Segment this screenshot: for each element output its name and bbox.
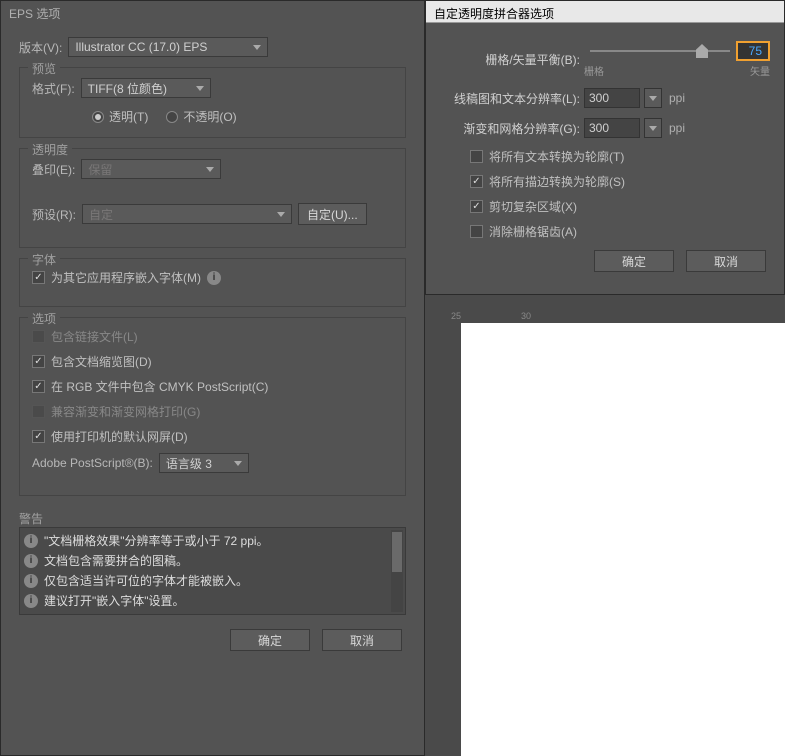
line-res-input[interactable]: 300 [584,88,640,108]
checkbox-icon [32,271,45,284]
grad-res-input[interactable]: 300 [584,118,640,138]
warning-item: i仅包含适当许可位的字体才能被嵌入。 [24,572,401,589]
preset-dropdown[interactable]: 自定 [82,204,292,224]
checkbox-icon [32,330,45,343]
options-legend: 选项 [28,310,60,327]
line-res-label: 线稿图和文本分辨率(L): [440,90,580,107]
slider-thumb-icon[interactable] [696,44,708,58]
use-printer-checkbox[interactable]: 使用打印机的默认网屏(D) [32,428,393,445]
version-dropdown[interactable]: Illustrator CC (17.0) EPS [68,37,268,57]
postscript-label: Adobe PostScript®(B): [32,456,153,470]
grad-res-label: 渐变和网格分辨率(G): [440,120,580,137]
transparency-legend: 透明度 [28,141,72,158]
format-label: 格式(F): [32,80,75,97]
antialias-checkbox[interactable]: 消除栅格锯齿(A) [470,223,770,240]
checkbox-icon [32,355,45,368]
warnings-list: i"文档栅格效果"分辨率等于或小于 72 ppi。 i文档包含需要拼合的图稿。 … [19,527,406,615]
options-group: 选项 包含链接文件(L) 包含文档缩览图(D) 在 RGB 文件中包含 CMYK… [19,317,406,496]
radio-transparent[interactable]: 透明(T) [92,108,148,125]
fonts-group: 字体 为其它应用程序嵌入字体(M) i [19,258,406,307]
flattener-cancel-button[interactable]: 取消 [686,250,766,272]
checkbox-icon [470,150,483,163]
radio-opaque[interactable]: 不透明(O) [166,108,236,125]
include-cmyk-checkbox[interactable]: 在 RGB 文件中包含 CMYK PostScript(C) [32,378,393,395]
custom-button[interactable]: 自定(U)... [298,203,367,225]
ppi-unit: ppi [669,121,685,135]
compat-gradient-checkbox[interactable]: 兼容渐变和渐变网格打印(G) [32,403,393,420]
preview-group: 预览 格式(F): TIFF(8 位颜色) 透明(T) 不透明(O) [19,67,406,138]
checkbox-icon [32,405,45,418]
version-label: 版本(V): [19,39,62,56]
warning-item: i"文档栅格效果"分辨率等于或小于 72 ppi。 [24,532,401,549]
scrollbar-thumb[interactable] [392,532,402,572]
balance-slider[interactable] [590,50,730,52]
checkbox-icon [470,200,483,213]
balance-label: 栅格/矢量平衡(B): [440,51,580,68]
embed-fonts-checkbox[interactable]: 为其它应用程序嵌入字体(M) i [32,269,393,286]
ruler-mark: 30 [521,311,531,321]
postscript-dropdown[interactable]: 语言级 3 [159,453,249,473]
clip-complex-checkbox[interactable]: 剪切复杂区域(X) [470,198,770,215]
convert-stroke-checkbox[interactable]: 将所有描边转换为轮廓(S) [470,173,770,190]
checkbox-icon [470,175,483,188]
transparency-group: 透明度 叠印(E): 保留 预设(R): 自定 自定(U)... [19,148,406,248]
preview-legend: 预览 [28,60,60,77]
checkbox-icon [470,225,483,238]
flattener-ok-button[interactable]: 确定 [594,250,674,272]
eps-options-dialog: EPS 选项 版本(V): Illustrator CC (17.0) EPS … [0,0,425,756]
radio-dot-icon [166,111,178,123]
slider-min-label: 栅格 [584,63,604,78]
eps-dialog-title: EPS 选项 [1,1,424,23]
grad-res-dropdown-arrow[interactable] [644,118,662,138]
artboard[interactable] [461,323,785,756]
fonts-legend: 字体 [28,251,60,268]
include-linked-checkbox[interactable]: 包含链接文件(L) [32,328,393,345]
balance-value-input[interactable]: 75 [736,41,770,61]
flattener-dialog-title: 自定透明度拼合器选项 [426,1,784,23]
ppi-unit: ppi [669,91,685,105]
ok-button[interactable]: 确定 [230,629,310,651]
overprint-label: 叠印(E): [32,161,75,178]
line-res-dropdown-arrow[interactable] [644,88,662,108]
warning-item: i文档包含需要拼合的图稿。 [24,552,401,569]
convert-text-checkbox[interactable]: 将所有文本转换为轮廓(T) [470,148,770,165]
checkbox-icon [32,380,45,393]
info-icon: i [24,554,38,568]
radio-dot-icon [92,111,104,123]
cancel-button[interactable]: 取消 [322,629,402,651]
warning-item: i建议打开"嵌入字体"设置。 [24,592,401,609]
warnings-label: 警告 [19,510,406,527]
checkbox-icon [32,430,45,443]
include-thumb-checkbox[interactable]: 包含文档缩览图(D) [32,353,393,370]
warnings-scrollbar[interactable] [391,530,403,612]
overprint-dropdown[interactable]: 保留 [81,159,221,179]
preset-label: 预设(R): [32,206,76,223]
info-icon: i [207,271,221,285]
canvas-area: 25 30 [425,295,785,756]
info-icon: i [24,534,38,548]
format-dropdown[interactable]: TIFF(8 位颜色) [81,78,211,98]
ruler-mark: 25 [451,311,461,321]
info-icon: i [24,574,38,588]
info-icon: i [24,594,38,608]
flattener-options-dialog: 自定透明度拼合器选项 栅格/矢量平衡(B): 75 栅格 矢量 线稿图和文本分辨… [425,0,785,295]
slider-max-label: 矢量 [750,63,770,78]
